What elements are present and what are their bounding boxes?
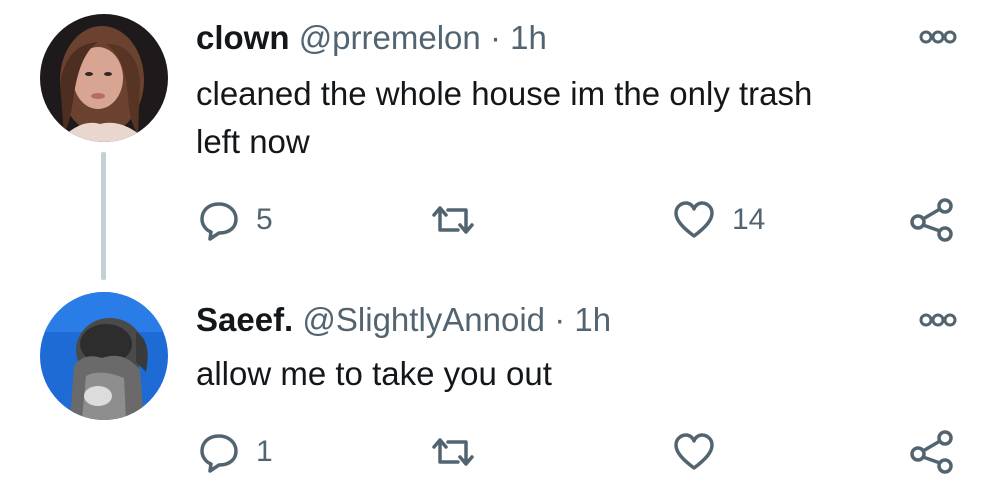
retweet-button[interactable]: [428, 428, 478, 476]
tweet[interactable]: clown @prremelon · 1h cleaned the whole …: [0, 0, 1000, 288]
separator-dot: ·: [489, 19, 501, 56]
tweet-actions: 1: [0, 428, 1000, 476]
more-dots-icon: [919, 313, 957, 327]
heart-icon: [674, 433, 714, 470]
avatar[interactable]: [40, 14, 168, 142]
reply-bubble-icon: [200, 202, 238, 241]
reply-count: 5: [256, 203, 273, 236]
more-options-button[interactable]: [918, 27, 958, 47]
user-handle[interactable]: @prremelon: [299, 19, 481, 56]
timestamp[interactable]: 1h: [510, 19, 547, 56]
reply-count: 1: [256, 435, 273, 468]
like-count: 14: [732, 203, 766, 236]
like-button[interactable]: [672, 428, 732, 476]
tweet-text: cleaned the whole house im the only tras…: [196, 75, 813, 160]
share-icon: [910, 198, 953, 242]
tweet-header: clown @prremelon · 1h: [196, 18, 547, 58]
share-button[interactable]: [906, 428, 958, 476]
like-button[interactable]: 14: [672, 196, 765, 244]
user-handle[interactable]: @SlightlyAnnoid: [302, 301, 545, 338]
tweet-header: Saeef. @SlightlyAnnoid · 1h: [196, 300, 611, 340]
reply-button[interactable]: 5: [198, 196, 273, 244]
share-button[interactable]: [906, 196, 958, 244]
display-name[interactable]: clown: [196, 19, 290, 56]
tweet-text: allow me to take you out: [196, 355, 552, 392]
retweet-button[interactable]: [428, 196, 478, 244]
tweet[interactable]: Saeef. @SlightlyAnnoid · 1h allow me to …: [0, 288, 1000, 480]
more-options-button[interactable]: [918, 310, 958, 330]
share-icon: [910, 430, 953, 474]
display-name[interactable]: Saeef.: [196, 301, 293, 338]
heart-icon: [674, 201, 714, 238]
retweet-icon: [432, 438, 474, 466]
tweet-actions: 5 14: [0, 196, 1000, 244]
retweet-icon: [432, 206, 474, 234]
timestamp[interactable]: 1h: [574, 301, 611, 338]
avatar[interactable]: [40, 292, 168, 420]
reply-bubble-icon: [200, 434, 238, 473]
more-dots-icon: [919, 30, 957, 44]
separator-dot: ·: [554, 301, 566, 338]
reply-button[interactable]: 1: [198, 428, 273, 476]
